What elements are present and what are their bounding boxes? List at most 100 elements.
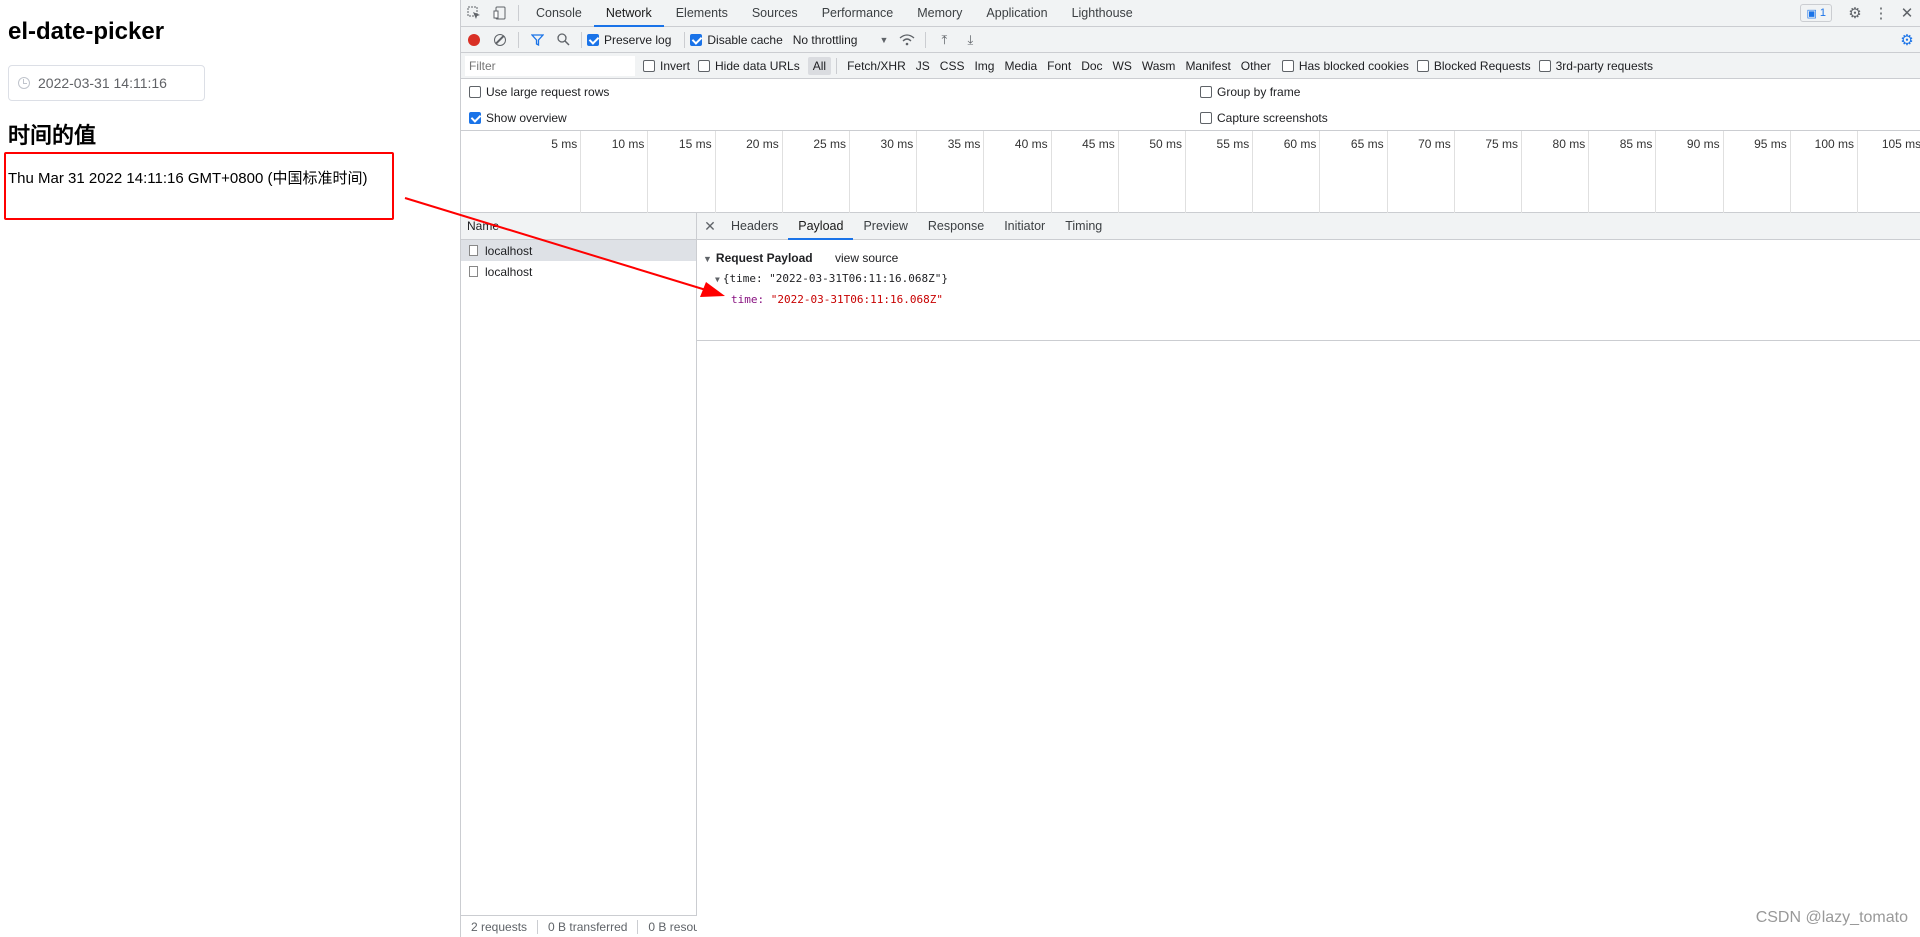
request-name: localhost [485,243,533,258]
type-filter-all[interactable]: All [807,56,832,75]
request-details: ✕ Headers Payload Preview Response Initiator… [697,213,1920,937]
payload-title: Request Payload [715,251,813,265]
document-icon [469,266,478,277]
date-value-text: Thu Mar 31 2022 14:11:16 GMT+0800 (中国标准时… [8,170,368,187]
network-settings-gear-icon[interactable]: ⚙ [1894,27,1920,53]
detail-tab-headers[interactable]: Headers [721,213,788,240]
filter-input[interactable] [465,55,635,76]
large-rows-label: Use large request rows [486,85,610,99]
import-har-icon[interactable]: ⤒ [931,27,957,53]
detail-tab-response[interactable]: Response [918,213,994,240]
timeline-tick-label: 30 ms [880,137,914,151]
timeline-gridline [580,131,582,213]
timeline-tick-label: 35 ms [947,137,981,151]
device-toolbar-icon[interactable] [487,0,513,26]
issues-badge[interactable]: ▣ 1 [1800,4,1832,22]
name-column-header[interactable]: Name [461,213,696,240]
timeline-tick-label: 60 ms [1283,137,1317,151]
tab-network[interactable]: Network [593,0,664,27]
clock-icon [18,77,30,89]
divider [518,5,519,21]
timeline-tick-label: 90 ms [1686,137,1720,151]
disable-cache-checkbox[interactable]: Disable cache [690,32,783,47]
timeline-gridline [849,131,850,213]
timeline-gridline [1252,131,1254,213]
timeline-gridline [1386,131,1388,213]
close-details-icon[interactable]: ✕ [699,218,721,235]
type-filter-wasm[interactable]: Wasm [1137,57,1181,75]
clear-button[interactable] [487,27,513,53]
tab-elements[interactable]: Elements [664,0,740,27]
throttling-value: No throttling [792,32,858,47]
network-overview-timeline[interactable]: 5 ms 10 ms 15 ms 20 ms 25 ms 30 ms 35 ms 40 ms 4… [461,131,1920,213]
search-icon[interactable] [550,27,576,53]
checkbox-unchecked [643,59,655,72]
request-row[interactable]: localhost [461,261,696,282]
detail-tab-initiator[interactable]: Initiator [994,213,1055,240]
detail-tabbar: ✕ Headers Payload Preview Response Initiator… [697,213,1920,240]
page-title: el-date-picker [8,18,165,45]
payload-object[interactable]: ▼ {time: "2022-03-31T06:11:16.068Z"} [715,272,948,285]
timeline-gridline [1185,131,1186,213]
timeline-gridline [714,131,716,213]
type-filter-css[interactable]: CSS [935,57,970,75]
timeline-gridline [1319,131,1321,213]
network-toolbar: Preserve log Disable cache No throttling… [461,27,1920,53]
timeline-tick-label: 70 ms [1418,137,1451,151]
tab-memory[interactable]: Memory [905,0,974,27]
more-options-icon[interactable]: ⋮ [1868,0,1894,26]
tab-sources[interactable]: Sources [740,0,810,27]
network-conditions-icon[interactable] [894,27,920,53]
divider [925,31,927,48]
type-filter-img[interactable]: Img [969,57,999,75]
date-picker-input[interactable]: 2022-03-31 14:11:16 [8,65,205,101]
timeline-gridline [1050,131,1052,213]
show-overview-checkbox[interactable]: Show overview [469,111,567,125]
type-filter-font[interactable]: Font [1042,57,1076,75]
detail-tab-preview[interactable]: Preview [853,213,917,240]
request-list: Name localhost localhost 2 requests 0 B … [461,213,697,937]
close-devtools-icon[interactable]: ✕ [1894,0,1920,26]
inspect-element-icon[interactable] [461,0,487,26]
settings-gear-icon[interactable]: ⚙ [1842,0,1868,26]
type-filter-fetch-xhr[interactable]: Fetch/XHR [842,57,911,75]
invert-checkbox[interactable]: Invert [643,59,690,73]
timeline-gridline [1722,131,1724,213]
detail-tab-timing[interactable]: Timing [1055,213,1112,240]
property-value: "2022-03-31T06:11:16.068Z" [770,293,943,306]
network-status-bar: 2 requests 0 B transferred 0 B resou [461,915,697,937]
large-rows-checkbox[interactable]: Use large request rows [469,85,609,99]
has-blocked-cookies-checkbox[interactable]: Has blocked cookies [1281,59,1409,73]
type-filter-doc[interactable]: Doc [1076,57,1107,75]
timeline-tick-label: 100 ms [1814,137,1854,151]
tab-lighthouse[interactable]: Lighthouse [1060,0,1145,27]
filter-icon[interactable] [524,27,550,53]
preserve-log-checkbox[interactable]: Preserve log [587,33,671,47]
hide-data-urls-checkbox[interactable]: Hide data URLs [698,59,800,73]
blocked-requests-checkbox[interactable]: Blocked Requests [1416,59,1531,73]
type-filter-ws[interactable]: WS [1108,57,1137,75]
type-filter-manifest[interactable]: Manifest [1180,57,1235,75]
tab-performance[interactable]: Performance [810,0,906,27]
record-button[interactable] [461,27,487,53]
export-har-icon[interactable]: ⤓ [957,27,983,53]
detail-tab-payload[interactable]: Payload [788,213,854,240]
type-filter-js[interactable]: JS [911,57,935,75]
payload-section-header[interactable]: ▼ Request Payload [703,251,813,265]
request-row[interactable]: localhost [461,240,696,261]
preserve-log-label: Preserve log [604,32,672,47]
capture-screenshots-checkbox[interactable]: Capture screenshots [1200,111,1328,125]
view-source-link[interactable]: view source [835,251,898,265]
throttling-select[interactable]: No throttling ▼ [793,33,889,47]
timeline-tick-label: 75 ms [1485,137,1518,151]
timeline-tick-label: 80 ms [1552,137,1586,151]
tab-console[interactable]: Console [524,0,594,27]
type-filter-media[interactable]: Media [999,57,1042,75]
checkbox-checked [469,112,481,124]
tab-application[interactable]: Application [974,0,1059,27]
disable-cache-label: Disable cache [707,32,783,47]
timeline-gridline [781,131,783,213]
third-party-checkbox[interactable]: 3rd-party requests [1538,59,1653,73]
group-by-frame-checkbox[interactable]: Group by frame [1200,85,1300,99]
type-filter-other[interactable]: Other [1236,57,1276,75]
